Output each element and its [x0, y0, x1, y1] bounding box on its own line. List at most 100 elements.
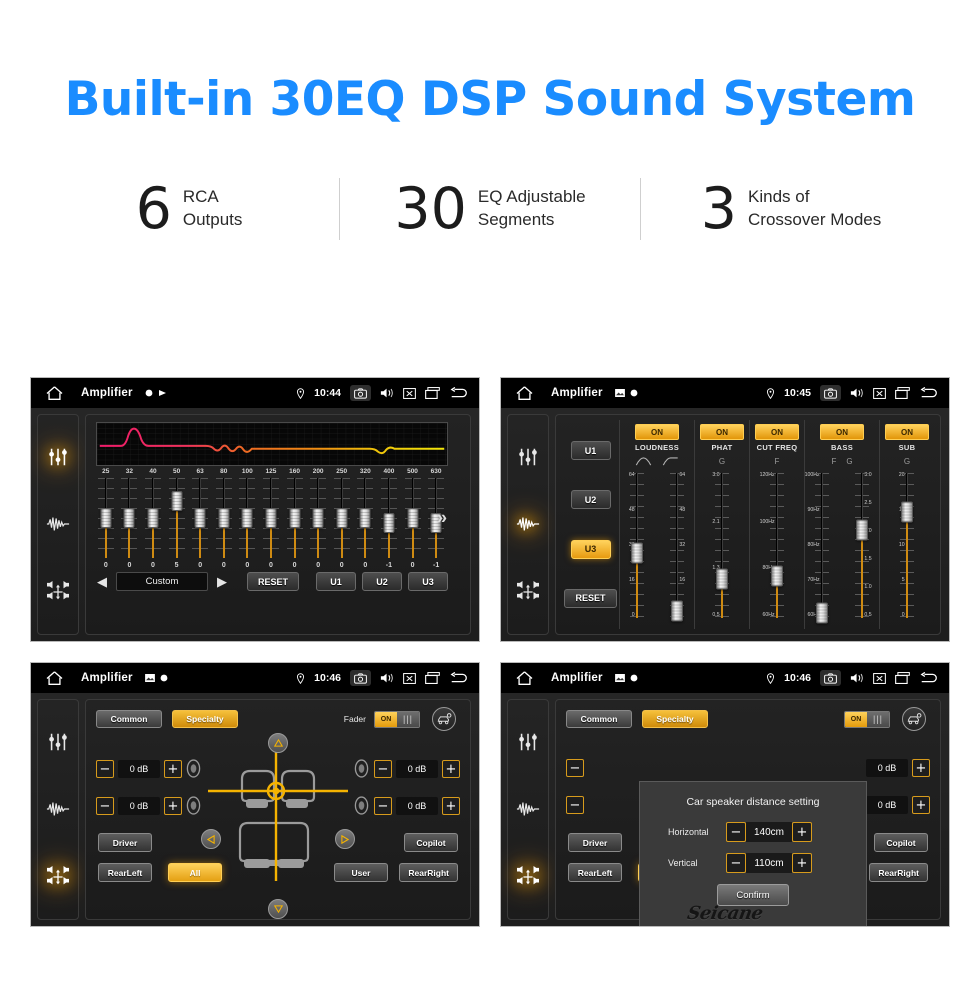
level-plus-button[interactable]: +: [164, 760, 182, 778]
preset-u1-button[interactable]: U1: [316, 572, 357, 591]
level-plus-button[interactable]: +: [912, 796, 930, 814]
preset-u3-button[interactable]: U3: [570, 539, 611, 559]
nav-down-button[interactable]: [268, 899, 288, 919]
recents-icon[interactable]: [425, 672, 440, 684]
level-minus-button[interactable]: −: [566, 759, 584, 777]
level-plus-button[interactable]: +: [442, 797, 460, 815]
preset-u2-button[interactable]: U2: [570, 490, 611, 510]
back-icon[interactable]: [919, 672, 939, 684]
fader-toggle[interactable]: ON |||: [844, 710, 890, 728]
preset-u1-button[interactable]: U1: [570, 441, 611, 461]
home-icon[interactable]: [511, 670, 537, 686]
balance-icon[interactable]: [43, 577, 73, 607]
preset-u2-button[interactable]: U2: [362, 572, 403, 591]
nav-left-button[interactable]: [201, 829, 221, 849]
seat-driver-button[interactable]: Driver: [98, 833, 152, 852]
seat-copilot-button[interactable]: Copilot: [874, 833, 928, 852]
level-minus-button[interactable]: −: [96, 760, 114, 778]
eq-more-icon[interactable]: »: [437, 508, 447, 529]
loudness-slider-1[interactable]: 64 48 32 16 0: [622, 469, 652, 622]
close-box-icon[interactable]: [403, 387, 416, 399]
eq-value: 0: [292, 562, 297, 569]
waveform-icon[interactable]: [513, 509, 543, 539]
waveform-icon[interactable]: [513, 794, 543, 824]
camera-icon[interactable]: [820, 670, 841, 686]
preset-name[interactable]: Custom: [116, 572, 208, 591]
waveform-icon[interactable]: [43, 509, 73, 539]
bass-on-button[interactable]: ON: [820, 424, 864, 440]
seat-rearleft-button[interactable]: RearLeft: [98, 863, 152, 882]
vertical-minus-button[interactable]: −: [726, 853, 746, 873]
recents-icon[interactable]: [895, 387, 910, 399]
level-minus-button[interactable]: −: [96, 797, 114, 815]
volume-icon[interactable]: [850, 387, 864, 399]
phat-on-button[interactable]: ON: [700, 424, 744, 440]
level-plus-button[interactable]: +: [912, 759, 930, 777]
level-minus-button[interactable]: −: [374, 760, 392, 778]
seat-driver-button[interactable]: Driver: [568, 833, 622, 852]
car-settings-icon[interactable]: [432, 707, 456, 731]
tab-common[interactable]: Common: [96, 710, 162, 728]
equalizer-icon[interactable]: [43, 727, 73, 757]
waveform-icon[interactable]: [43, 794, 73, 824]
cutfreq-on-button[interactable]: ON: [755, 424, 799, 440]
car-seat-diagram[interactable]: [208, 743, 348, 893]
sub-gain-slider[interactable]: 20 15 10 5 0: [892, 469, 922, 622]
bass-gain-slider[interactable]: 3.0 2.5 2.0 1.5 1.0 0.5: [847, 469, 877, 622]
balance-icon[interactable]: [43, 862, 73, 892]
back-icon[interactable]: [449, 387, 469, 399]
level-plus-button[interactable]: +: [164, 797, 182, 815]
preset-prev-icon[interactable]: ◀: [94, 575, 110, 588]
cutfreq-slider[interactable]: 120Hz 100Hz 80Hz 60Hz: [760, 469, 792, 622]
back-icon[interactable]: [449, 672, 469, 684]
volume-icon[interactable]: [850, 672, 864, 684]
level-plus-button[interactable]: +: [442, 760, 460, 778]
tab-specialty[interactable]: Specialty: [642, 710, 708, 728]
seat-rearright-button[interactable]: RearRight: [869, 863, 928, 882]
equalizer-icon[interactable]: [513, 442, 543, 472]
seat-copilot-button[interactable]: Copilot: [404, 833, 458, 852]
camera-icon[interactable]: [820, 385, 841, 401]
close-box-icon[interactable]: [403, 672, 416, 684]
balance-icon[interactable]: [513, 862, 543, 892]
sub-on-button[interactable]: ON: [885, 424, 929, 440]
bass-freq-slider[interactable]: 100Hz 90Hz 80Hz 70Hz 60Hz: [805, 469, 837, 624]
nav-up-button[interactable]: [268, 733, 288, 753]
loudness-on-button[interactable]: ON: [635, 424, 679, 440]
volume-icon[interactable]: [380, 672, 394, 684]
balance-icon[interactable]: [513, 577, 543, 607]
seat-rearleft-button[interactable]: RearLeft: [568, 863, 622, 882]
home-icon[interactable]: [41, 670, 67, 686]
volume-icon[interactable]: [380, 387, 394, 399]
phat-gain-slider[interactable]: 3.0 2.1 1.3 0.5: [707, 469, 737, 622]
home-icon[interactable]: [41, 385, 67, 401]
car-settings-icon[interactable]: [902, 707, 926, 731]
reset-button[interactable]: RESET: [564, 588, 617, 608]
recents-icon[interactable]: [425, 387, 440, 399]
horizontal-plus-button[interactable]: +: [792, 822, 812, 842]
recents-icon[interactable]: [895, 672, 910, 684]
camera-icon[interactable]: [350, 385, 371, 401]
back-icon[interactable]: [919, 387, 939, 399]
level-minus-button[interactable]: −: [566, 796, 584, 814]
preset-u3-button[interactable]: U3: [408, 572, 449, 591]
equalizer-icon[interactable]: [43, 442, 73, 472]
tab-common[interactable]: Common: [566, 710, 632, 728]
reset-button[interactable]: RESET: [247, 572, 300, 591]
equalizer-icon[interactable]: [513, 727, 543, 757]
nav-right-button[interactable]: [335, 829, 355, 849]
level-minus-button[interactable]: −: [374, 797, 392, 815]
horizontal-minus-button[interactable]: −: [726, 822, 746, 842]
tab-specialty[interactable]: Specialty: [172, 710, 238, 728]
seat-all-button[interactable]: All: [168, 863, 222, 882]
vertical-plus-button[interactable]: +: [792, 853, 812, 873]
fader-toggle[interactable]: ON |||: [374, 710, 420, 728]
preset-next-icon[interactable]: ▶: [214, 575, 230, 588]
camera-icon[interactable]: [350, 670, 371, 686]
close-box-icon[interactable]: [873, 387, 886, 399]
home-icon[interactable]: [511, 385, 537, 401]
seat-user-button[interactable]: User: [334, 863, 388, 882]
close-box-icon[interactable]: [873, 672, 886, 684]
loudness-slider-2[interactable]: 64 48 32 16 0: [662, 469, 692, 622]
seat-rearright-button[interactable]: RearRight: [399, 863, 458, 882]
